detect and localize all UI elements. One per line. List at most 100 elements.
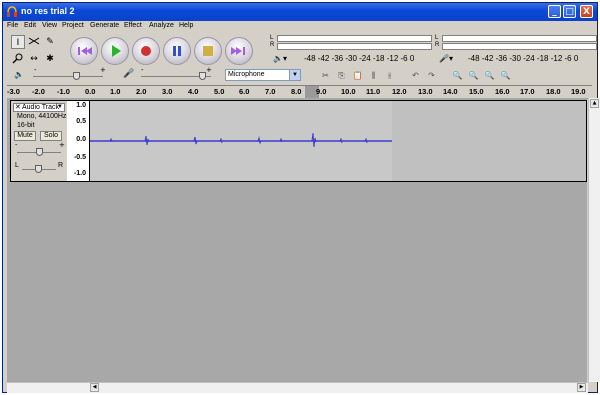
- menu-analyze[interactable]: Analyze: [149, 22, 174, 29]
- track-menu-arrow-icon: ▼: [57, 104, 63, 110]
- redo-icon[interactable]: ↷: [425, 70, 438, 82]
- track-name: Audio Track: [22, 104, 59, 111]
- output-meter-scale: -48 -42 -36 -30 -24 -18 -12 -6 0: [304, 54, 415, 63]
- ruler-tick: 16.0: [495, 87, 510, 96]
- skip-start-icon: [78, 47, 92, 55]
- pan-left-label: L: [15, 162, 19, 169]
- pause-button[interactable]: [163, 37, 191, 65]
- cut-icon[interactable]: ✂: [319, 70, 332, 82]
- trim-icon[interactable]: ⫼: [367, 70, 380, 82]
- title-bar: no res trial 2 _ □ X: [3, 3, 597, 21]
- amplitude-tick: 1.0: [76, 102, 86, 109]
- menu-view[interactable]: View: [42, 22, 57, 29]
- vertical-scrollbar[interactable]: ▲: [588, 98, 600, 382]
- stop-button[interactable]: [194, 37, 222, 65]
- transport-toolbar: [66, 34, 256, 68]
- ruler-tick: -2.0: [32, 87, 45, 96]
- ruler-tick: 5.0: [214, 87, 225, 96]
- zoom-out-icon[interactable]: 🔍: [467, 70, 480, 82]
- record-icon: [141, 46, 151, 56]
- selection-tool-icon[interactable]: I: [11, 35, 25, 49]
- ruler-tick: 11.0: [366, 87, 381, 96]
- ruler-tick: 3.0: [162, 87, 173, 96]
- fit-selection-icon[interactable]: 🔍: [483, 70, 496, 82]
- silence-icon[interactable]: ⫲: [383, 70, 396, 82]
- ruler-tick: 6.0: [239, 87, 250, 96]
- envelope-tool-icon[interactable]: [27, 35, 41, 49]
- ruler-tick: 12.0: [392, 87, 407, 96]
- menu-effect[interactable]: Effect: [124, 22, 142, 29]
- fit-project-icon[interactable]: 🔍: [499, 70, 512, 82]
- zoom-in-icon[interactable]: 🔍: [451, 70, 464, 82]
- maximize-button[interactable]: □: [563, 5, 576, 18]
- track-close-icon[interactable]: ✕: [15, 104, 21, 111]
- skip-end-icon: [231, 47, 245, 55]
- audacity-app-icon: [7, 6, 17, 17]
- solo-button[interactable]: Solo: [40, 131, 62, 141]
- input-meter-scale: -48 -42 -36 -30 -24 -18 -12 -6 0: [468, 54, 579, 63]
- ruler-tick: 7.0: [265, 87, 276, 96]
- track-name-menu[interactable]: ✕ Audio Track ▼: [13, 103, 65, 112]
- multi-tool-icon[interactable]: ✱: [43, 52, 57, 66]
- output-meter-right: [277, 43, 432, 50]
- horizontal-scrollbar[interactable]: ◀ ▶: [7, 382, 588, 393]
- scroll-left-icon[interactable]: ◀: [90, 383, 99, 392]
- scroll-up-icon[interactable]: ▲: [590, 99, 599, 108]
- menu-project[interactable]: Project: [62, 22, 84, 29]
- zoom-tool-icon[interactable]: [11, 52, 25, 66]
- input-volume-slider[interactable]: [199, 72, 206, 80]
- close-button[interactable]: X: [580, 5, 593, 18]
- track-area[interactable]: ✕ Audio Track ▼ Mono, 44100Hz 16-bit Mut…: [7, 98, 587, 382]
- copy-icon[interactable]: ⎘: [335, 70, 348, 82]
- scroll-right-icon[interactable]: ▶: [577, 383, 586, 392]
- waveform-clip[interactable]: [90, 101, 392, 181]
- record-button[interactable]: [132, 37, 160, 65]
- ruler-tick: 14.0: [443, 87, 458, 96]
- input-volume-min: -: [141, 66, 144, 74]
- skip-start-button[interactable]: [70, 37, 98, 65]
- gain-min-label: -: [15, 141, 18, 149]
- paste-icon[interactable]: 📋: [351, 70, 364, 82]
- audio-track[interactable]: ✕ Audio Track ▼ Mono, 44100Hz 16-bit Mut…: [10, 100, 587, 182]
- ruler-tick: 18.0: [546, 87, 561, 96]
- amplitude-ruler: 1.0 0.5 0.0 -0.5 -1.0: [67, 101, 90, 181]
- input-volume-icon: 🎤: [123, 69, 135, 79]
- ruler-tick: -3.0: [7, 87, 20, 96]
- ruler-tick: 15.0: [469, 87, 484, 96]
- play-button[interactable]: [101, 37, 129, 65]
- menu-help[interactable]: Help: [179, 22, 193, 29]
- amplitude-tick: 0.0: [76, 136, 86, 143]
- mute-button[interactable]: Mute: [14, 131, 36, 141]
- amplitude-tick: 0.5: [76, 118, 86, 125]
- minimize-button[interactable]: _: [548, 5, 561, 18]
- undo-icon[interactable]: ↶: [409, 70, 422, 82]
- input-meter-right-label: R: [435, 42, 440, 48]
- audacity-window: no res trial 2 _ □ X File Edit View Proj…: [2, 2, 600, 393]
- timeshift-tool-icon[interactable]: ↔: [27, 52, 41, 66]
- speaker-icon[interactable]: 🔈▾: [273, 54, 287, 63]
- play-icon: [112, 45, 121, 57]
- tools-toolbar: I ✎ ↔ ✱: [11, 35, 63, 69]
- microphone-icon[interactable]: 🎤▾: [439, 54, 453, 63]
- ruler-tick: 4.0: [188, 87, 199, 96]
- gain-slider[interactable]: [36, 148, 43, 156]
- menu-edit[interactable]: Edit: [24, 22, 36, 29]
- menu-generate[interactable]: Generate: [90, 22, 119, 29]
- empty-track-region[interactable]: [392, 101, 586, 181]
- amplitude-tick: -0.5: [73, 154, 86, 161]
- skip-end-button[interactable]: [225, 37, 253, 65]
- pan-slider[interactable]: [35, 165, 42, 173]
- input-source-select[interactable]: Microphone ▼: [225, 69, 301, 81]
- ruler-tick: 0.0: [85, 87, 96, 96]
- meter-toolbar: L R 🔈▾ -48 -42 -36 -30 -24 -18 -12 -6 0 …: [265, 34, 599, 68]
- input-meter-left-label: L: [435, 35, 439, 41]
- output-meter-left: [277, 35, 432, 42]
- timeline-ruler[interactable]: -3.0 -2.0 -1.0 0.0 1.0 2.0 3.0 4.0 5.0 6…: [7, 85, 592, 99]
- output-volume-slider[interactable]: [73, 72, 80, 80]
- chevron-down-icon: ▼: [289, 70, 300, 80]
- amplitude-tick: -1.0: [73, 170, 86, 177]
- menu-file[interactable]: File: [7, 22, 18, 29]
- ruler-tick: 17.0: [520, 87, 535, 96]
- track-bit-depth: 16-bit: [17, 122, 35, 129]
- draw-tool-icon[interactable]: ✎: [43, 35, 57, 49]
